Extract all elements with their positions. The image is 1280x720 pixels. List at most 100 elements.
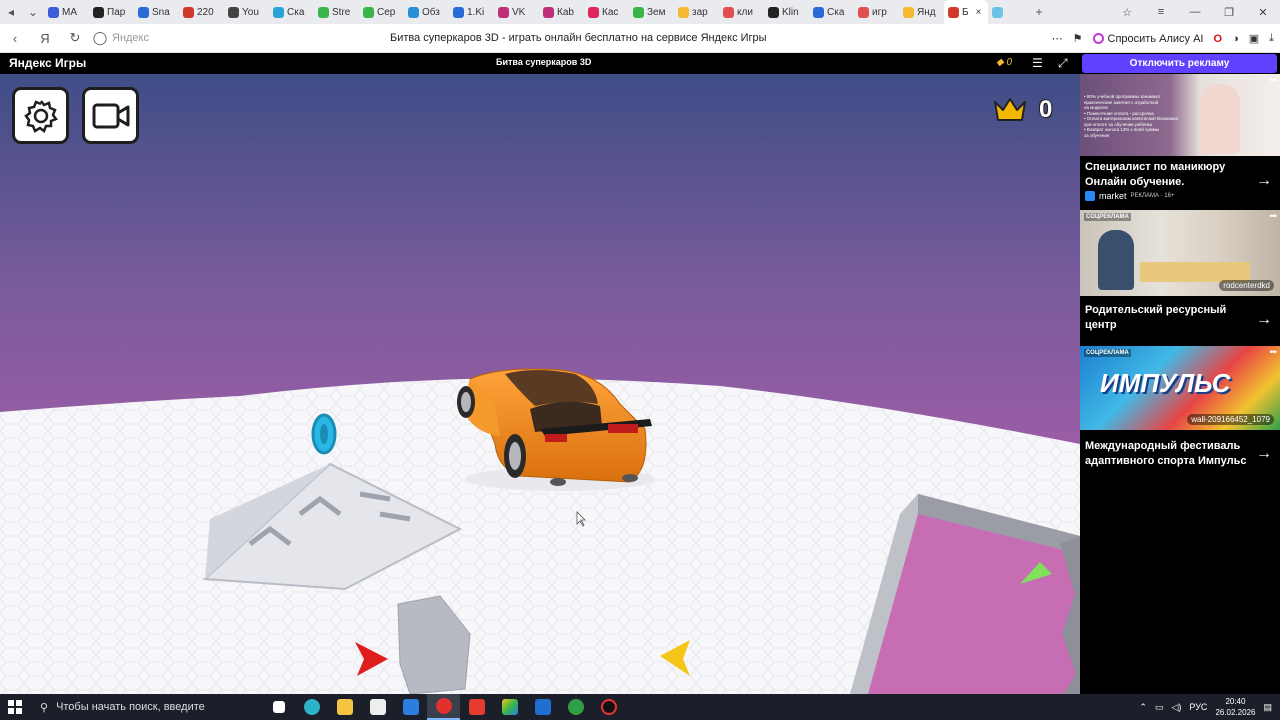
- more-dots-icon[interactable]: •••: [1270, 211, 1278, 221]
- network-icon[interactable]: ▭: [1155, 702, 1164, 713]
- ad-card-manicure[interactable]: • 80% учебной программы занимают практиче…: [1080, 74, 1280, 209]
- downloads-icon[interactable]: ⤓: [1269, 32, 1274, 45]
- close-window-icon[interactable]: ✕: [1246, 0, 1280, 24]
- more-dots-icon[interactable]: •••: [1270, 347, 1278, 357]
- yandex-browser-icon[interactable]: [427, 694, 460, 720]
- tab-item[interactable]: [988, 0, 1028, 24]
- bluestacks-icon[interactable]: [493, 694, 526, 720]
- game-canvas[interactable]: 0: [0, 74, 1080, 694]
- mail-icon[interactable]: [394, 694, 427, 720]
- tab-item[interactable]: You: [224, 0, 269, 24]
- tab-item[interactable]: VK: [494, 0, 539, 24]
- tab-item[interactable]: Klin: [764, 0, 809, 24]
- clock[interactable]: 20:40 26.02.2026: [1215, 696, 1255, 718]
- more-dots-icon[interactable]: ⋯: [1052, 32, 1063, 45]
- yandex-games-header: Яндекс Игры Битва суперкаров 3D ◆ 0 ☰ ⤢ …: [0, 53, 1280, 74]
- ad-title[interactable]: Международный фестиваль адаптивного спор…: [1085, 439, 1250, 469]
- new-tab-plus-icon[interactable]: +: [1028, 0, 1050, 24]
- recorder-icon[interactable]: [592, 694, 625, 720]
- back-arrow-icon[interactable]: ‹: [0, 24, 30, 53]
- media-icon[interactable]: ◑: [1232, 33, 1239, 45]
- menu-icon[interactable]: ≡: [1144, 0, 1178, 24]
- clock-date: 26.02.2026: [1215, 708, 1256, 717]
- maximize-icon[interactable]: ❐: [1212, 0, 1246, 24]
- media-player-icon[interactable]: [526, 694, 559, 720]
- ad-title[interactable]: Родительский ресурсный центр: [1085, 303, 1250, 333]
- tab-item[interactable]: Sna: [134, 0, 179, 24]
- bookmark-flag-icon[interactable]: ⚑: [1073, 32, 1083, 45]
- ad-image-text: • 80% учебной программы занимают практиче…: [1084, 94, 1184, 138]
- address-bar-actions: ⋯ ⚑ Спросить Алису AI O ◑ ▣ ⤓: [1052, 24, 1274, 53]
- ad-title[interactable]: Специалист по маникюру Онлайн обучение.: [1085, 160, 1250, 190]
- tab-favicon-icon: [93, 6, 104, 18]
- system-tray: ⌃ ▭ ◁) РУС 20:40 26.02.2026 ▤: [1139, 694, 1280, 720]
- tab-item[interactable]: Stre: [314, 0, 359, 24]
- video-camera-icon: [92, 103, 129, 128]
- tab-label: VK: [512, 6, 526, 18]
- bookmark-icon[interactable]: ☆: [1110, 0, 1144, 24]
- tab-item[interactable]: кли: [719, 0, 764, 24]
- notifications-icon[interactable]: ▤: [1263, 702, 1272, 713]
- url-page-title[interactable]: Битва суперкаров 3D - играть онлайн бесп…: [390, 32, 767, 44]
- tab-item[interactable]: Ска: [269, 0, 314, 24]
- extensions-icon[interactable]: ▣: [1249, 32, 1259, 45]
- tab-item[interactable]: зар: [674, 0, 719, 24]
- alice-button[interactable]: Спросить Алису AI: [1092, 33, 1204, 45]
- tab-item[interactable]: Обз: [404, 0, 449, 24]
- tab-active[interactable]: Б ×: [944, 0, 988, 24]
- ad-card-festival[interactable]: СОЦРЕКЛАМА ••• ИМПУЛЬС wall-209166452_10…: [1080, 346, 1280, 476]
- window-controls: ☆ ≡ — ❐ ✕: [1110, 0, 1280, 24]
- tab-item[interactable]: Зем: [629, 0, 674, 24]
- tab-item[interactable]: Сер: [359, 0, 404, 24]
- start-button[interactable]: [0, 694, 30, 720]
- tab-item[interactable]: 220: [179, 0, 224, 24]
- camera-button[interactable]: [82, 87, 139, 144]
- tab-favicon-icon: [992, 6, 1003, 18]
- chevron-down-icon[interactable]: ⌄: [22, 0, 44, 24]
- ad-tag: СОЦРЕКЛАМА: [1084, 349, 1131, 357]
- disable-ads-button[interactable]: Отключить рекламу: [1082, 54, 1277, 73]
- file-explorer-icon[interactable]: [328, 694, 361, 720]
- tab-item[interactable]: Кас: [584, 0, 629, 24]
- tab-favicon-icon: [723, 6, 734, 18]
- crown-icon: [994, 98, 1026, 121]
- arrow-right-icon[interactable]: →: [1256, 172, 1272, 190]
- arrow-right-icon[interactable]: →: [1256, 311, 1272, 329]
- tab-item[interactable]: Пар: [89, 0, 134, 24]
- yandex-icon[interactable]: [460, 694, 493, 720]
- tab-item[interactable]: Янд: [899, 0, 944, 24]
- language-indicator[interactable]: РУС: [1189, 702, 1207, 712]
- chevron-up-icon[interactable]: ⌃: [1139, 702, 1147, 713]
- arrow-right-icon[interactable]: →: [1256, 445, 1272, 463]
- edge-icon[interactable]: [295, 694, 328, 720]
- url-host[interactable]: Яндекс: [112, 32, 382, 44]
- tab-item[interactable]: 1.Ki: [449, 0, 494, 24]
- tab-favicon-icon: [813, 6, 824, 18]
- coins-balance[interactable]: ◆ 0: [996, 57, 1012, 68]
- fullscreen-icon[interactable]: ⤢: [1058, 56, 1068, 71]
- xbox-icon[interactable]: [559, 694, 592, 720]
- tab-item[interactable]: MA: [44, 0, 89, 24]
- tab-list-icon[interactable]: ◂: [0, 0, 22, 24]
- tab-favicon-icon: [138, 6, 149, 18]
- taskbar-search[interactable]: ⚲ Чтобы начать поиск, введите: [30, 694, 262, 720]
- tab-item[interactable]: Кab: [539, 0, 584, 24]
- tab-favicon-icon: [768, 6, 779, 18]
- yandex-button-icon[interactable]: Я: [30, 24, 60, 53]
- menu-icon[interactable]: ☰: [1032, 56, 1043, 70]
- tab-label: Пар: [107, 6, 126, 18]
- minimize-icon[interactable]: —: [1178, 0, 1212, 24]
- reload-icon[interactable]: ↻: [60, 24, 90, 53]
- volume-icon[interactable]: ◁): [1171, 702, 1181, 713]
- yandex-games-logo[interactable]: Яндекс Игры: [9, 56, 86, 70]
- more-dots-icon[interactable]: •••: [1270, 75, 1278, 85]
- ad-card-parents[interactable]: СОЦРЕКЛАМА ••• rodcenterdkd Родительский…: [1080, 210, 1280, 344]
- settings-button[interactable]: [12, 87, 69, 144]
- tab-favicon-icon: [453, 6, 464, 18]
- task-view-icon[interactable]: [262, 694, 295, 720]
- tab-item[interactable]: игр: [854, 0, 899, 24]
- close-icon[interactable]: ×: [976, 7, 982, 18]
- opera-icon[interactable]: O: [1214, 33, 1223, 45]
- store-icon[interactable]: [361, 694, 394, 720]
- tab-item[interactable]: Ска: [809, 0, 854, 24]
